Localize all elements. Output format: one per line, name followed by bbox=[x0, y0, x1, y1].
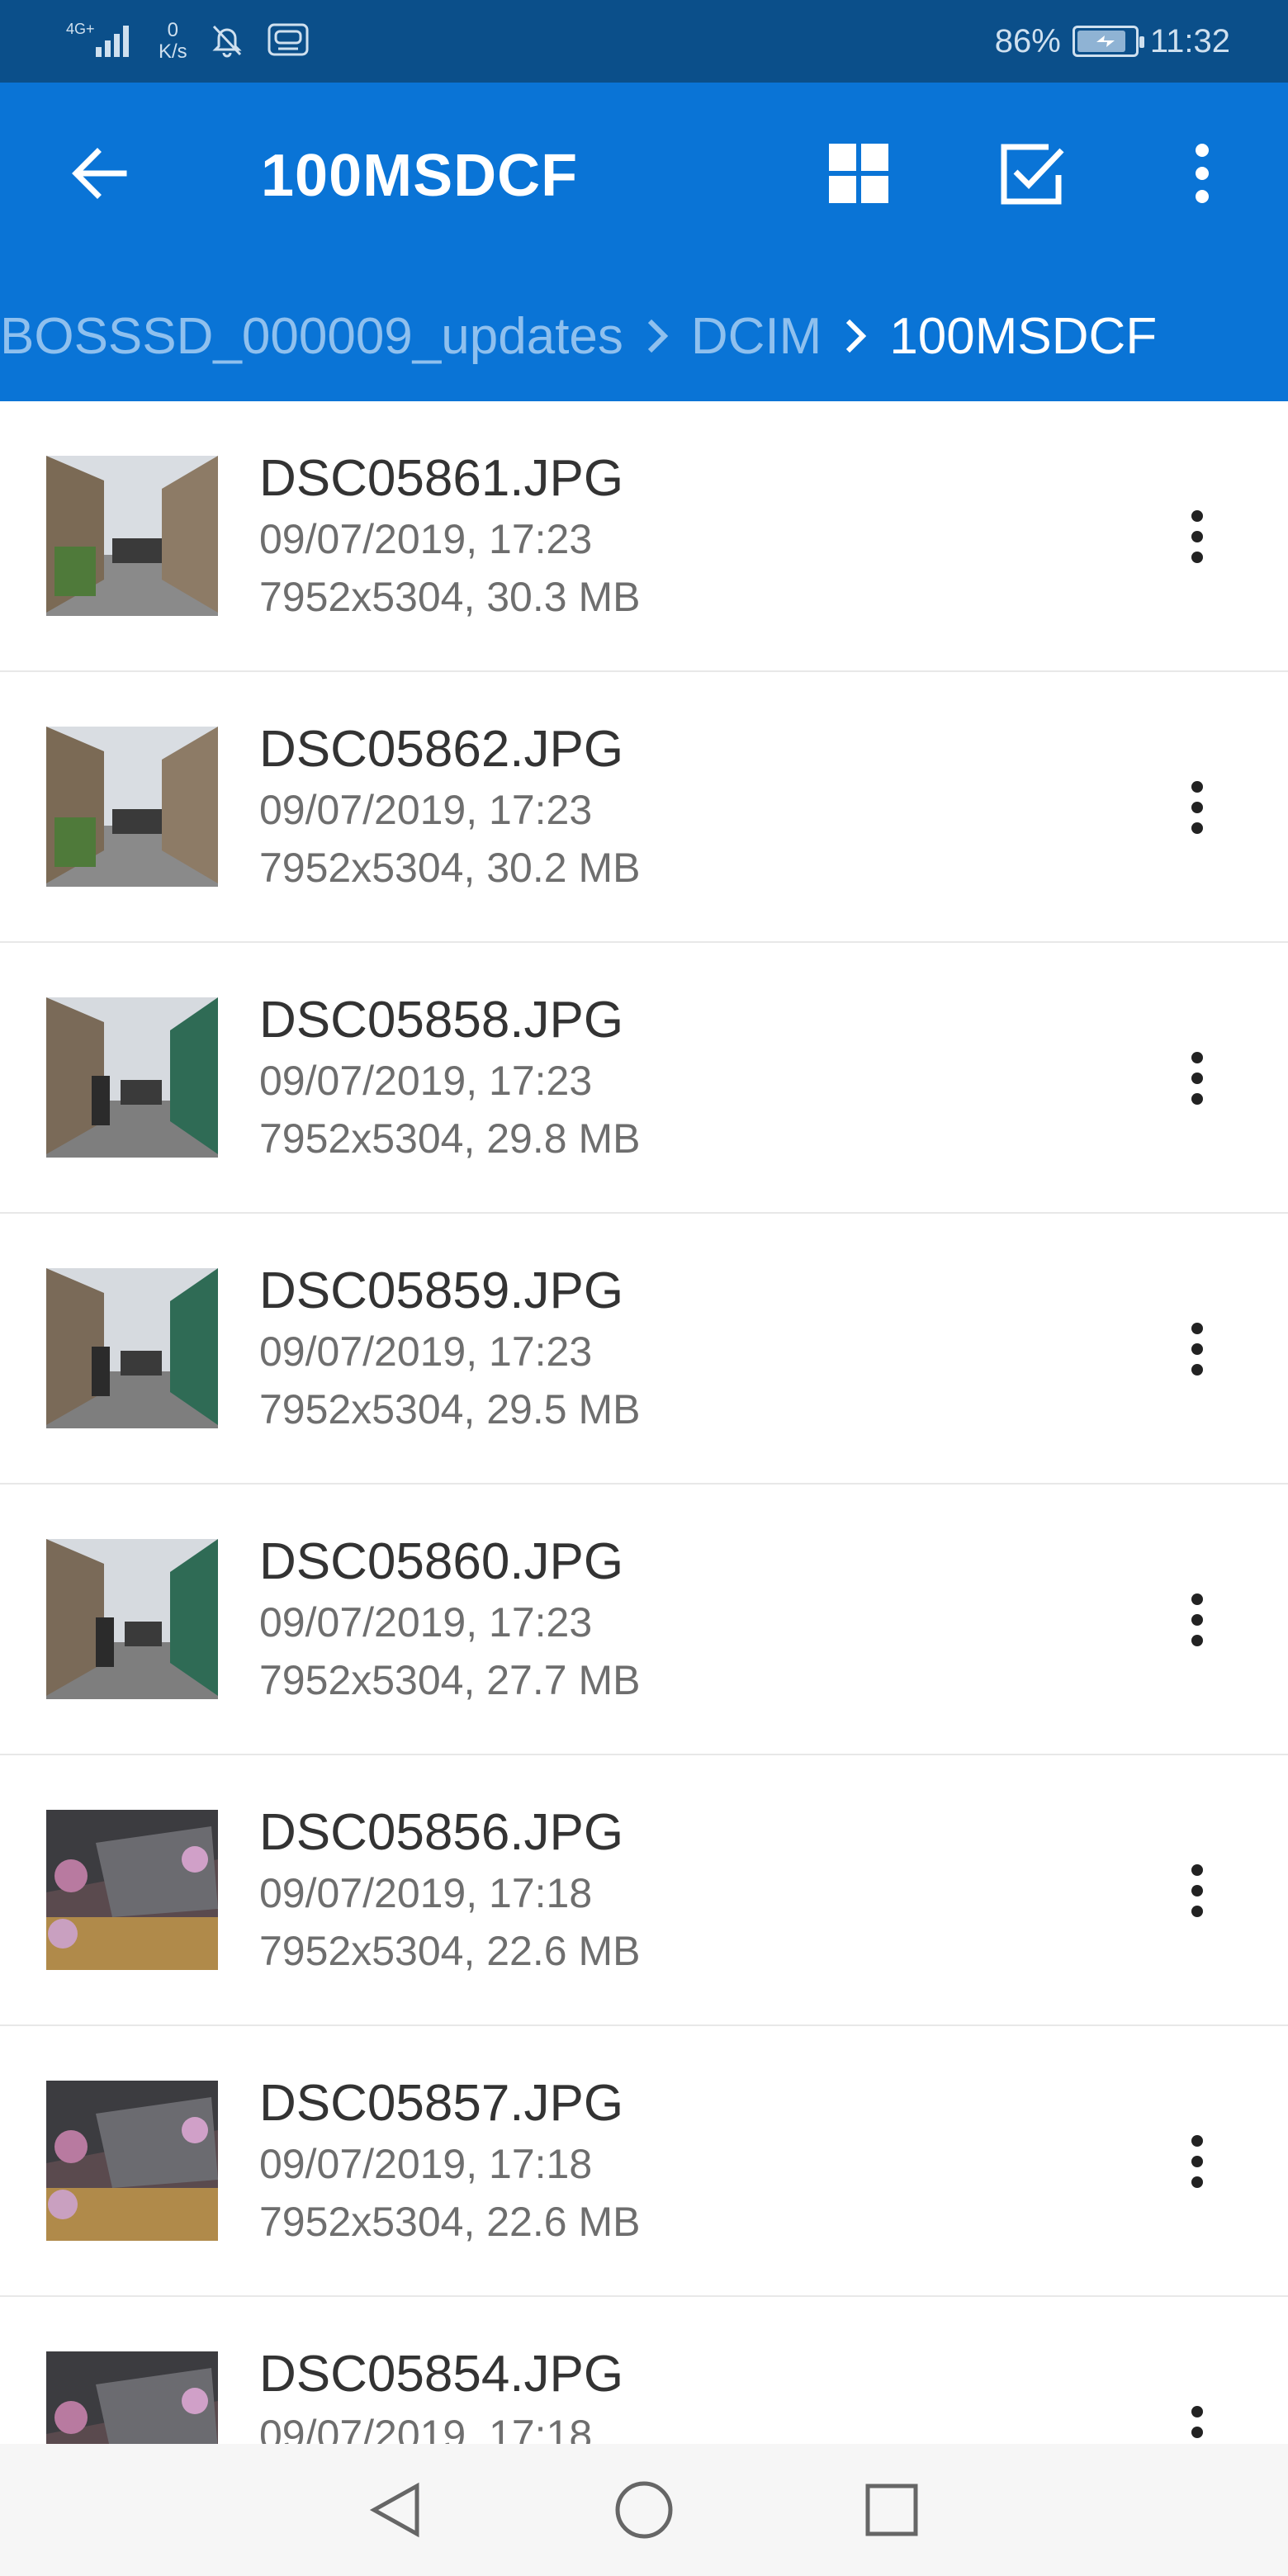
file-row[interactable]: DSC05862.JPG 09/07/2019, 17:23 7952x5304… bbox=[0, 672, 1288, 943]
file-name: DSC05861.JPG bbox=[259, 450, 624, 507]
back-button[interactable] bbox=[58, 132, 140, 215]
row-more-button[interactable] bbox=[1156, 1308, 1238, 1390]
more-options-button[interactable] bbox=[1161, 132, 1243, 215]
net-speed-value: 0 bbox=[167, 19, 179, 41]
nav-back-button[interactable] bbox=[355, 2469, 438, 2551]
more-vertical-icon bbox=[1191, 1323, 1203, 1376]
file-meta: 7952x5304, 30.2 MB bbox=[259, 845, 641, 891]
more-vertical-icon bbox=[1191, 2406, 1203, 2438]
more-vertical-icon bbox=[1196, 144, 1209, 203]
file-name: DSC05862.JPG bbox=[259, 721, 624, 778]
file-meta: 7952x5304, 22.6 MB bbox=[259, 2199, 641, 2245]
file-date: 09/07/2019, 17:23 bbox=[259, 1599, 593, 1646]
file-date: 09/07/2019, 17:23 bbox=[259, 516, 593, 562]
grid-view-button[interactable] bbox=[817, 132, 900, 215]
home-circle-icon bbox=[615, 2481, 673, 2539]
row-more-button[interactable] bbox=[1156, 495, 1238, 578]
more-vertical-icon bbox=[1191, 1052, 1203, 1105]
file-date: 09/07/2019, 17:23 bbox=[259, 787, 593, 833]
status-left: 4G+ 0 K/s bbox=[66, 15, 310, 68]
file-row[interactable]: DSC05856.JPG 09/07/2019, 17:18 7952x5304… bbox=[0, 1755, 1288, 2026]
clock: 11:32 bbox=[1149, 22, 1230, 59]
grid-view-icon bbox=[829, 144, 888, 203]
thumbnail-image bbox=[46, 997, 218, 1158]
more-vertical-icon bbox=[1191, 510, 1203, 563]
more-vertical-icon bbox=[1191, 781, 1203, 834]
row-more-button[interactable] bbox=[1156, 1579, 1238, 1661]
file-meta: 7952x5304, 29.5 MB bbox=[259, 1386, 641, 1432]
file-meta: 7952x5304, 30.3 MB bbox=[259, 574, 641, 620]
thumbnail-image bbox=[46, 2081, 218, 2241]
bell-muted-icon bbox=[209, 21, 245, 62]
thumbnail-image bbox=[46, 1810, 218, 1970]
file-name: DSC05860.JPG bbox=[259, 1533, 624, 1590]
page-title: 100MSDCF bbox=[261, 143, 579, 209]
file-name: DSC05859.JPG bbox=[259, 1262, 624, 1319]
nav-home-button[interactable] bbox=[603, 2469, 685, 2551]
breadcrumb-item[interactable]: BOSSSD_000009_updates bbox=[0, 307, 623, 366]
file-name: DSC05858.JPG bbox=[259, 992, 624, 1049]
recents-square-icon bbox=[865, 2484, 918, 2536]
thumbnail-image bbox=[46, 456, 218, 616]
file-date: 09/07/2019, 17:18 bbox=[259, 1870, 593, 1916]
system-nav-bar bbox=[0, 2444, 1288, 2576]
chevron-right-icon bbox=[843, 318, 868, 354]
file-row[interactable]: DSC05860.JPG 09/07/2019, 17:23 7952x5304… bbox=[0, 1485, 1288, 1755]
file-meta: 7952x5304, 27.7 MB bbox=[259, 1657, 641, 1703]
net-speed-unit: K/s bbox=[159, 40, 187, 63]
select-button[interactable] bbox=[991, 132, 1073, 215]
app-bar: 100MSDCF BOSSSD_000009_updates DCIM 100M… bbox=[0, 83, 1288, 401]
file-name: DSC05854.JPG bbox=[259, 2346, 624, 2403]
more-vertical-icon bbox=[1191, 2135, 1203, 2188]
more-vertical-icon bbox=[1191, 1864, 1203, 1917]
file-name: DSC05857.JPG bbox=[259, 2075, 624, 2132]
row-more-button[interactable] bbox=[1156, 1849, 1238, 1932]
select-checkbox-icon bbox=[1001, 144, 1064, 205]
file-date: 09/07/2019, 17:23 bbox=[259, 1328, 593, 1375]
breadcrumb-item-current[interactable]: 100MSDCF bbox=[889, 307, 1157, 366]
battery-percent: 86% bbox=[994, 22, 1061, 59]
status-right: 86% 11:32 bbox=[995, 15, 1230, 68]
file-meta: 7952x5304, 22.6 MB bbox=[259, 1928, 641, 1974]
file-row[interactable]: DSC05858.JPG 09/07/2019, 17:23 7952x5304… bbox=[0, 943, 1288, 1214]
thumbnail-image bbox=[46, 1268, 218, 1428]
file-date: 09/07/2019, 17:23 bbox=[259, 1058, 593, 1104]
row-more-button[interactable] bbox=[1156, 1037, 1238, 1120]
chevron-right-icon bbox=[645, 318, 670, 354]
storage-device-icon bbox=[267, 21, 310, 62]
file-row[interactable]: DSC05857.JPG 09/07/2019, 17:18 7952x5304… bbox=[0, 2026, 1288, 2297]
breadcrumb: BOSSSD_000009_updates DCIM 100MSDCF bbox=[0, 299, 1288, 373]
row-more-button[interactable] bbox=[1156, 766, 1238, 849]
more-vertical-icon bbox=[1191, 1593, 1203, 1646]
arrow-left-icon bbox=[72, 148, 127, 199]
file-row[interactable]: DSC05859.JPG 09/07/2019, 17:23 7952x5304… bbox=[0, 1214, 1288, 1485]
nav-recents-button[interactable] bbox=[850, 2469, 933, 2551]
svg-text:4G+: 4G+ bbox=[66, 21, 95, 37]
file-date: 09/07/2019, 17:18 bbox=[259, 2141, 593, 2187]
back-triangle-icon bbox=[369, 2482, 419, 2538]
row-more-button[interactable] bbox=[1156, 2391, 1238, 2444]
net-speed: 0 K/s bbox=[159, 20, 187, 63]
battery-icon bbox=[1072, 26, 1144, 57]
file-row[interactable]: DSC05861.JPG 09/07/2019, 17:23 7952x5304… bbox=[0, 401, 1288, 672]
file-meta: 7952x5304, 29.8 MB bbox=[259, 1115, 641, 1162]
thumbnail-image bbox=[46, 1539, 218, 1699]
file-list: DSC05861.JPG 09/07/2019, 17:23 7952x5304… bbox=[0, 401, 1288, 2444]
file-date: 09/07/2019, 17:18 bbox=[259, 2412, 593, 2444]
thumbnail-image bbox=[46, 2351, 218, 2444]
row-more-button[interactable] bbox=[1156, 2120, 1238, 2203]
breadcrumb-item[interactable]: DCIM bbox=[691, 307, 822, 366]
file-row[interactable]: DSC05854.JPG 09/07/2019, 17:18 bbox=[0, 2297, 1288, 2444]
signal-icon: 4G+ bbox=[66, 19, 137, 64]
status-bar: 4G+ 0 K/s 86% 11:32 bbox=[0, 0, 1288, 83]
file-name: DSC05856.JPG bbox=[259, 1804, 624, 1861]
thumbnail-image bbox=[46, 727, 218, 887]
